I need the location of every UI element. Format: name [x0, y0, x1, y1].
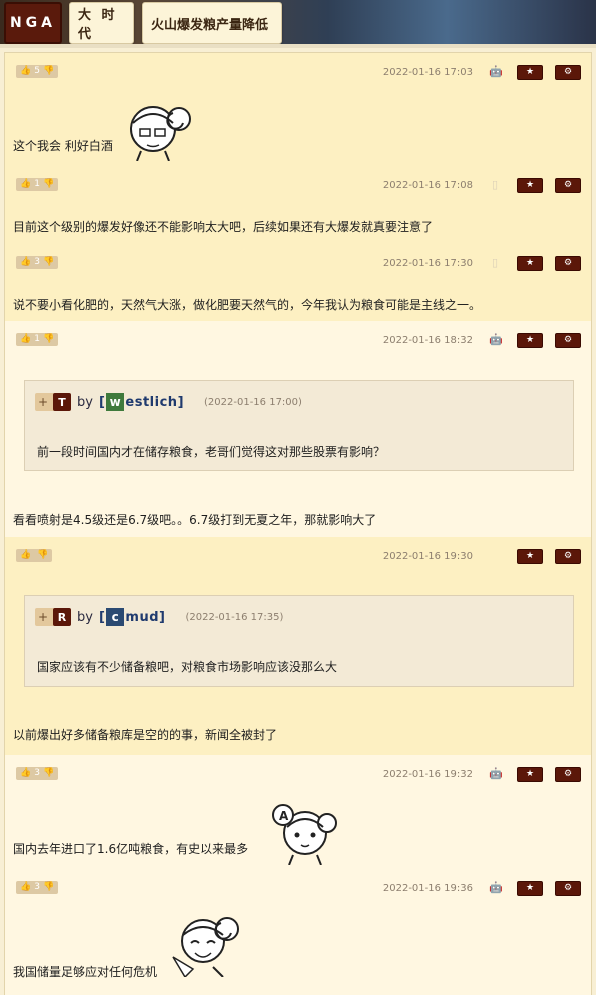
android-icon: 🤖: [489, 333, 503, 346]
favorite-button[interactable]: ★: [517, 65, 543, 80]
quote-type-badge: R: [53, 608, 71, 626]
quote-username[interactable]: [w estlich]: [99, 393, 184, 411]
post-content: 我国储量足够应对任何危机: [13, 965, 158, 979]
post-date: 2022-01-16 19:30: [382, 551, 473, 562]
thumbs-up-icon[interactable]: 👍: [20, 65, 31, 78]
settings-button[interactable]: ⚙: [555, 881, 581, 896]
thumbs-down-icon[interactable]: 👎: [37, 549, 48, 562]
post: 👍 5 👎 2022-01-16 17:03 🤖 ★ ⚙ 这个我会 利好白酒: [5, 53, 591, 166]
post-content: 国内去年进口了1.6亿吨粮食，有史以来最多: [13, 842, 249, 856]
phone-icon: ▯: [491, 178, 499, 191]
quote-username[interactable]: [c mud]: [99, 608, 166, 626]
favorite-button[interactable]: ★: [517, 881, 543, 896]
expand-quote-button[interactable]: + T: [35, 393, 71, 411]
android-icon: 🤖: [489, 767, 503, 780]
like-counter[interactable]: 👍 👎: [16, 549, 53, 562]
post-date: 2022-01-16 18:32: [382, 335, 473, 346]
thumbs-down-icon[interactable]: 👎: [43, 178, 54, 191]
favorite-button[interactable]: ★: [517, 256, 543, 271]
quote-header: + T by [w estlich] (2022-01-16 17:00): [35, 392, 302, 412]
settings-button[interactable]: ⚙: [555, 256, 581, 271]
settings-button[interactable]: ⚙: [555, 178, 581, 193]
post-date: 2022-01-16 17:08: [382, 180, 473, 191]
like-count: 3: [34, 257, 40, 267]
settings-button[interactable]: ⚙: [555, 767, 581, 782]
quote-type-badge: T: [53, 393, 71, 411]
like-count: 1: [34, 179, 40, 189]
post: 👍 3 👎 2022-01-16 19:32 🤖 ★ ⚙ 国内去年进口了1.6亿吨粮…: [5, 755, 591, 869]
settings-button[interactable]: ⚙: [555, 333, 581, 348]
post: 👍 1 👎 2022-01-16 18:32 🤖 ★ ⚙ + T by [w estli…: [5, 321, 591, 537]
post-date: 2022-01-16 17:30: [382, 258, 473, 269]
post-list: 👍 5 👎 2022-01-16 17:03 🤖 ★ ⚙ 这个我会 利好白酒 👍 1 👎…: [4, 52, 592, 995]
top-bar: NGA 大 时 代 火山爆发粮产量降低: [0, 0, 596, 48]
nga-logo[interactable]: NGA: [4, 2, 62, 44]
breadcrumb-forum[interactable]: 大 时 代: [69, 2, 134, 44]
anime-sticker-image: A: [272, 804, 337, 865]
user-initial-badge: c: [106, 608, 125, 626]
post-content: 看看喷射是4.5级还是6.7级吧。。6.7级打到无夏之年，那就影响大了: [13, 513, 377, 527]
android-icon: 🤖: [489, 65, 503, 78]
post-date: 2022-01-16 17:03: [382, 67, 473, 78]
thumbs-up-icon[interactable]: 👍: [20, 333, 31, 346]
quote-text: 前一段时间国内才在储存粮食，老哥们觉得这对那些股票有影响？: [37, 445, 386, 459]
apple-icon: [489, 550, 501, 562]
like-counter[interactable]: 👍 1 👎: [16, 333, 59, 346]
post-date: 2022-01-16 19:36: [382, 883, 473, 894]
post: 👍 3 👎 2022-01-16 17:30 ▯ ★ ⚙ 说不要小看化肥的，天然气大…: [5, 244, 591, 321]
android-icon: 🤖: [489, 881, 503, 894]
quote-by-label: by: [77, 394, 93, 410]
username-text: estlich: [125, 394, 178, 410]
breadcrumb-thread[interactable]: 火山爆发粮产量降低: [142, 2, 282, 44]
quoted-reply: + R by [c mud] (2022-01-16 17:35) 国家应该有不少储…: [24, 595, 574, 687]
post-content: 说不要小看化肥的，天然气大涨，做化肥要天然气的，今年我认为粮食可能是主线之一。: [13, 298, 482, 312]
like-counter[interactable]: 👍 3 👎: [16, 256, 59, 269]
like-count: 1: [34, 334, 40, 344]
quote-header: + R by [c mud] (2022-01-16 17:35): [35, 607, 283, 627]
post-content: 以前爆出好多储备粮库是空的的事，新闻全被封了: [13, 728, 278, 742]
thumbs-down-icon[interactable]: 👎: [43, 256, 54, 269]
thumbs-up-icon[interactable]: 👍: [20, 549, 31, 562]
thumbs-up-icon[interactable]: 👍: [20, 256, 31, 269]
like-count: 3: [34, 882, 40, 892]
quote-text: 国家应该有不少储备粮吧，对粮食市场影响应该没那么大: [37, 660, 338, 674]
user-initial-badge: w: [106, 393, 125, 411]
post: 👍 👎 2022-01-16 19:30 ★ ⚙ + R by [c mud] (20…: [5, 537, 591, 755]
svg-text:A: A: [279, 809, 289, 823]
expand-quote-button[interactable]: + R: [35, 608, 71, 626]
favorite-button[interactable]: ★: [517, 178, 543, 193]
like-counter[interactable]: 👍 1 👎: [16, 178, 59, 191]
like-count: 3: [34, 768, 40, 778]
username-text: mud: [125, 609, 160, 625]
quoted-reply: + T by [w estlich] (2022-01-16 17:00) 前一段时…: [24, 380, 574, 471]
thumbs-up-icon[interactable]: 👍: [20, 881, 31, 894]
post-content: 这个我会 利好白酒: [13, 139, 113, 153]
like-count: 5: [34, 66, 40, 76]
favorite-button[interactable]: ★: [517, 333, 543, 348]
thumbs-down-icon[interactable]: 👎: [43, 333, 54, 346]
thumbs-up-icon[interactable]: 👍: [20, 767, 31, 780]
thumbs-up-icon[interactable]: 👍: [20, 178, 31, 191]
post-date: 2022-01-16 19:32: [382, 769, 473, 780]
favorite-button[interactable]: ★: [517, 767, 543, 782]
post: 👍 1 👎 2022-01-16 17:08 ▯ ★ ⚙ 目前这个级别的爆发好像还不…: [5, 166, 591, 244]
anime-sticker-image: [130, 106, 191, 161]
thumbs-down-icon[interactable]: 👎: [43, 881, 54, 894]
quote-by-label: by: [77, 609, 93, 625]
thumbs-down-icon[interactable]: 👎: [43, 65, 54, 78]
like-counter[interactable]: 👍 5 👎: [16, 65, 59, 78]
settings-button[interactable]: ⚙: [555, 65, 581, 80]
post: 👍 3 👎 2022-01-16 19:36 🤖 ★ ⚙ 我国储量足够应对任何危机: [5, 869, 591, 995]
quote-date: (2022-01-16 17:35): [185, 611, 284, 623]
post-content: 目前这个级别的爆发好像还不能影响太大吧，后续如果还有大爆发就真要注意了: [13, 220, 434, 234]
like-counter[interactable]: 👍 3 👎: [16, 881, 59, 894]
thumbs-down-icon[interactable]: 👎: [43, 767, 54, 780]
favorite-button[interactable]: ★: [517, 549, 543, 564]
anime-sticker-image: [172, 917, 239, 977]
settings-button[interactable]: ⚙: [555, 549, 581, 564]
like-counter[interactable]: 👍 3 👎: [16, 767, 59, 780]
quote-date: (2022-01-16 17:00): [204, 396, 302, 408]
phone-icon: ▯: [491, 256, 499, 269]
